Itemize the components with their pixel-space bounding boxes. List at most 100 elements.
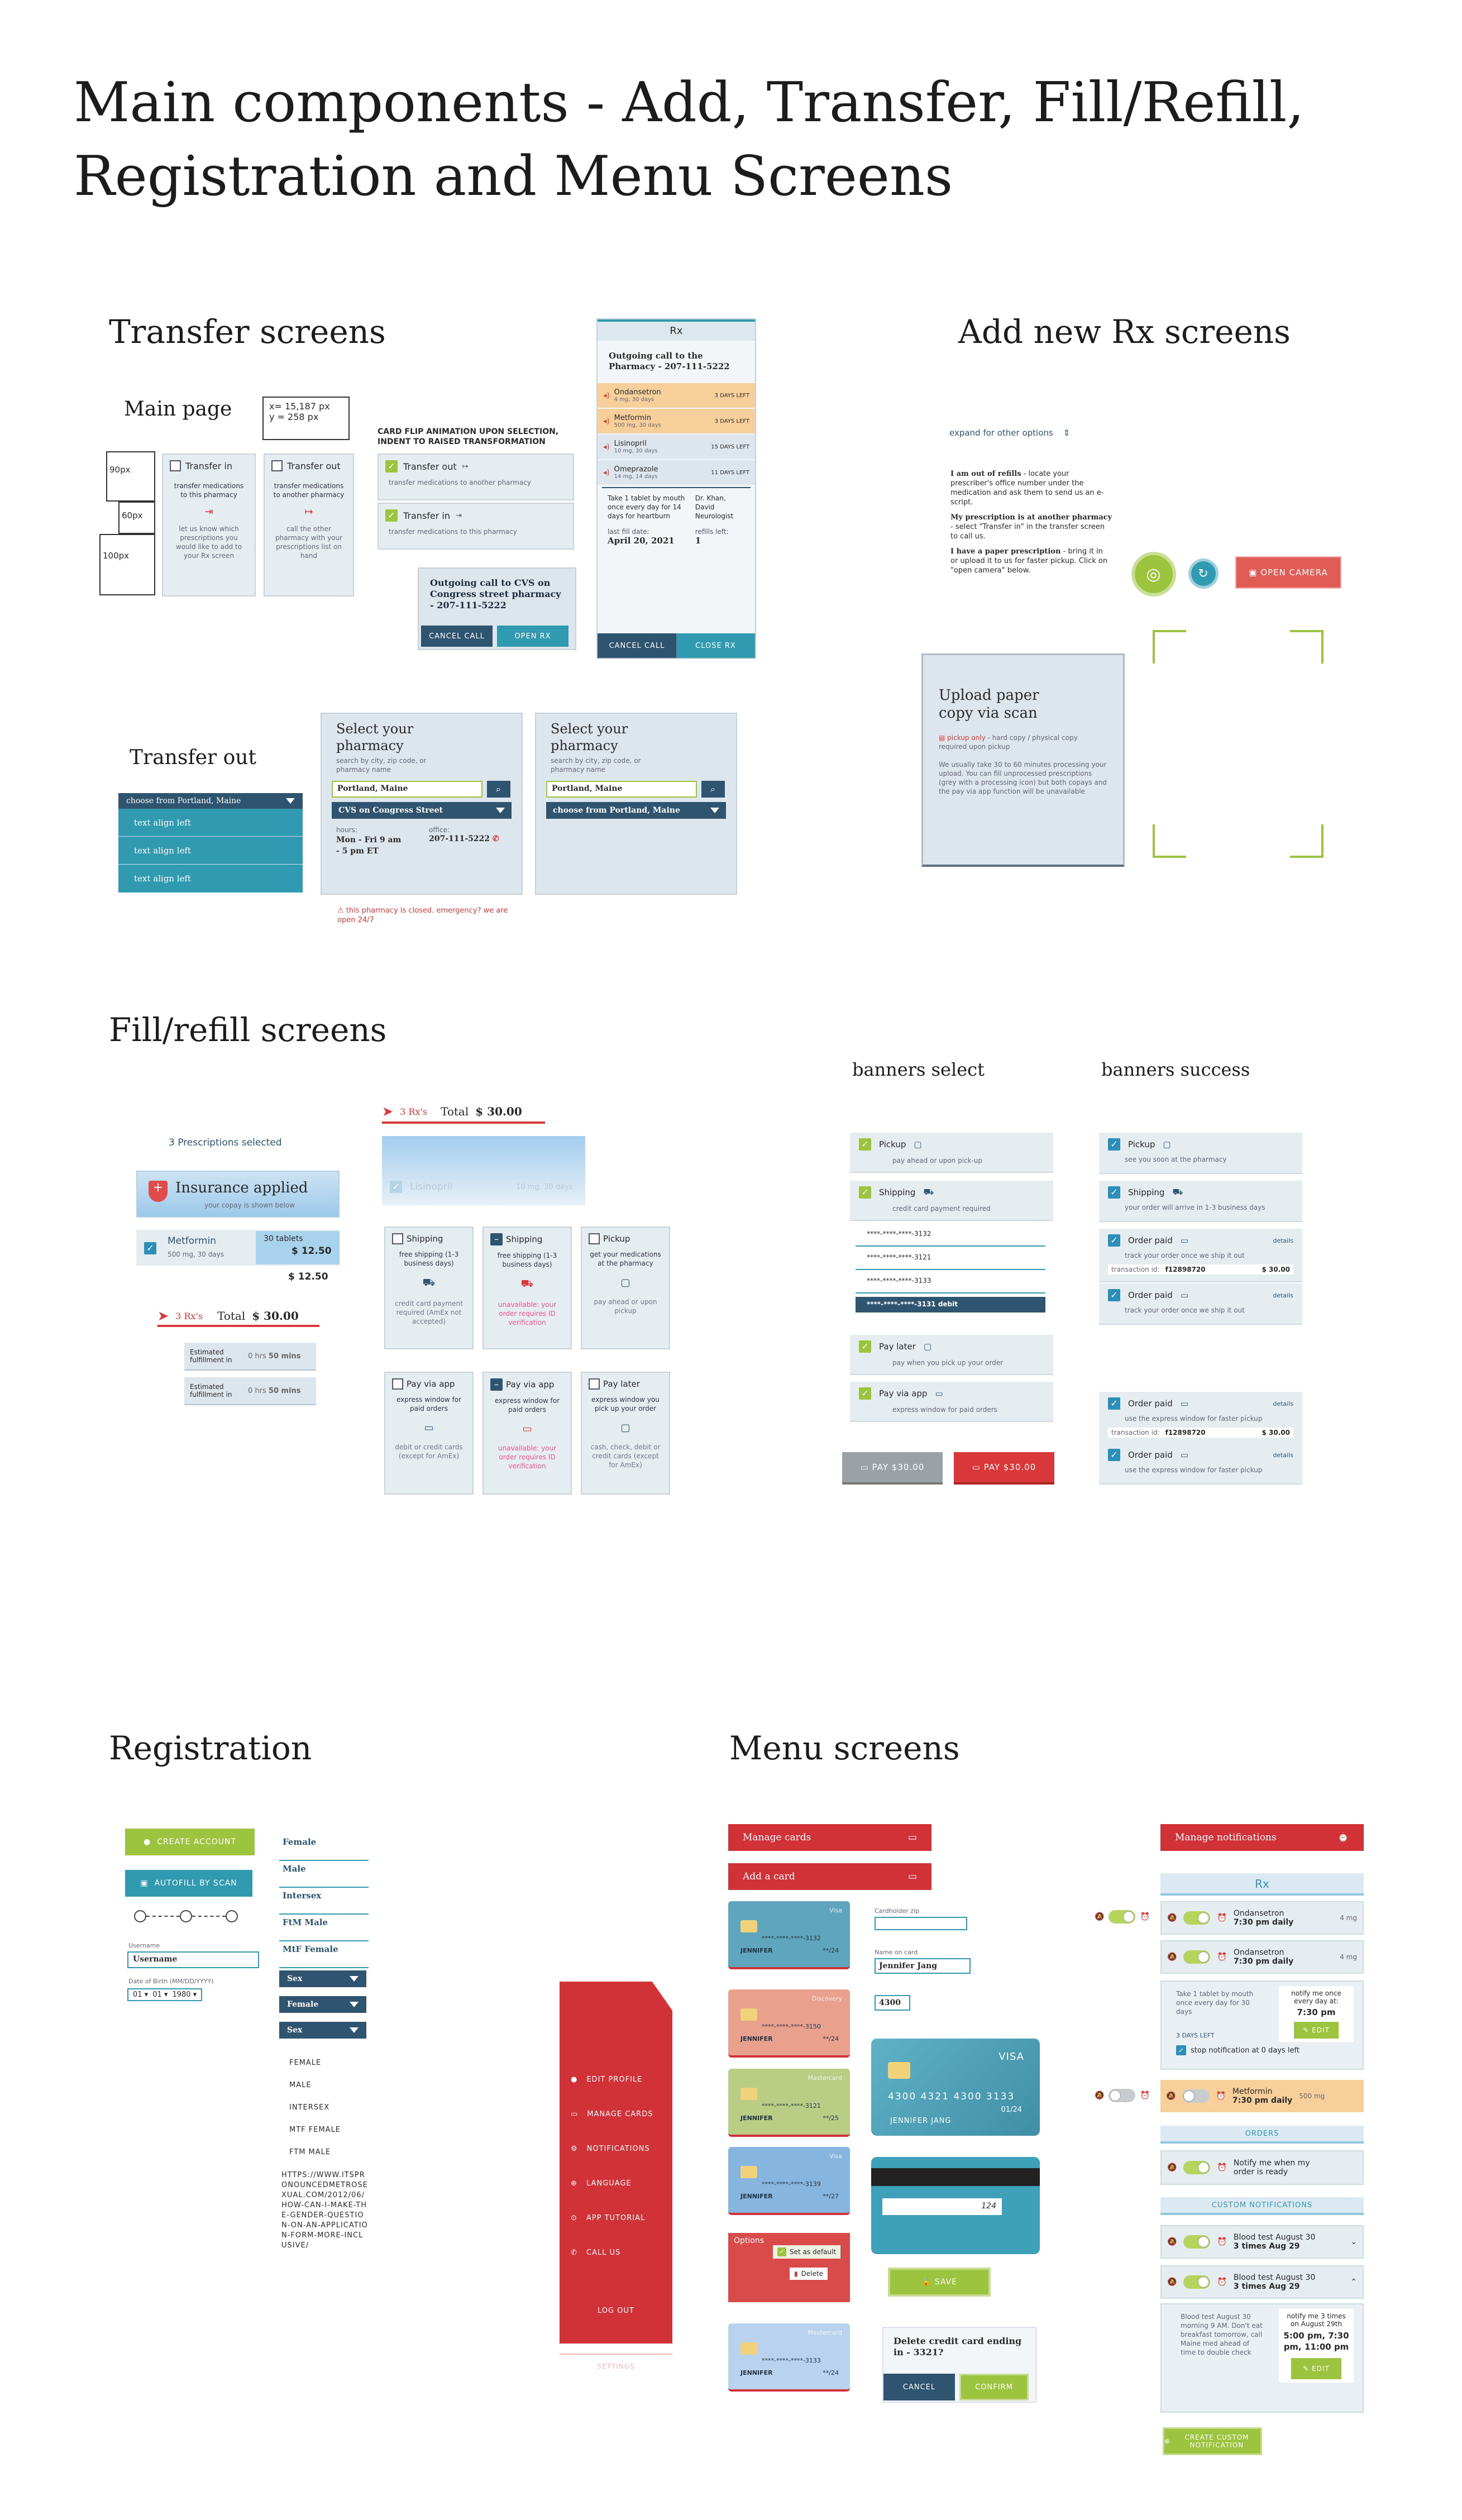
transfer-in-checkbox[interactable] [170,460,181,471]
card-option[interactable]: ****-****-****-3131 debit [856,1297,1045,1312]
search-icon[interactable]: ⌕ [487,781,510,798]
checkbox[interactable] [589,1233,600,1244]
sex-dropdown-2[interactable]: Female [279,1996,366,2013]
dropdown-option-1[interactable]: text align left [118,809,303,837]
fill-option-card[interactable]: Pickup get your medications at the pharma… [581,1226,670,1349]
stop-notif-row[interactable]: ✓ stop notification at 0 days left [1176,2045,1299,2055]
office-phone[interactable]: 207-111-5222 ✆ [429,834,499,843]
credit-card[interactable]: Mastercard ****-****-****-3121 JENNIFER **/… [728,2069,850,2137]
toggle-switch[interactable] [1109,1910,1136,1924]
manage-notifications-header[interactable]: Manage notifications ⏰ [1160,1824,1364,1851]
checkbox[interactable] [392,1378,403,1390]
upload-card[interactable]: Upload paper copy via scan ▤ pickup only… [921,653,1125,867]
create-custom-notification-button[interactable]: ⊕ CREATE CUSTOM NOTIFICATION [1163,2427,1262,2455]
dropdown-option-3[interactable]: text align left [118,865,303,892]
pay-button[interactable]: ▭ PAY $30.00 [954,1452,1054,1485]
side-toggle-off[interactable]: 🔕 ⏰ [1095,2089,1150,2102]
med-row-metformin[interactable]: ✓ Metformin 500 mg, 30 days 30 tablets $… [136,1230,340,1266]
name-on-card-input[interactable]: Jennifer Jang [875,1958,971,1974]
menu-item[interactable]: ● EDIT PROFILE [560,2062,672,2097]
details-link[interactable]: details [1273,1292,1293,1299]
card-option[interactable]: ****-****-****-3132 [856,1226,1045,1247]
side-toggle-on[interactable]: 🔕 ⏰ [1095,1910,1150,1924]
pay-button-disabled[interactable]: ▭ PAY $30.00 [842,1452,943,1485]
pharmacy-search-input-2[interactable]: Portland, Maine [546,781,697,798]
blood-test-notif-2[interactable]: 🔕 ⏰ Blood test August 30 3 times Aug 29 ⌃ [1160,2265,1364,2299]
credit-card[interactable]: Mastercard ****-****-****-3133 JENNIFER **/… [728,2323,850,2392]
sex-option[interactable]: Male [279,1861,369,1888]
cardholder-zip-input[interactable] [875,1917,967,1930]
credit-card[interactable]: Visa ****-****-****-3132 JENNIFER **/24 [728,1901,850,1969]
transfer-out-dropdown[interactable]: choose from Portland, Maine text align l… [118,793,303,892]
pharmacy-result[interactable]: CVS on Congress Street [332,802,512,819]
credit-card[interactable]: Discovery ****-****-****-3150 JENNIFER **/2… [728,1989,850,2058]
toggle-switch[interactable] [1183,2161,1211,2174]
checkbox[interactable] [589,1378,600,1390]
checkbox[interactable]: – [490,1233,503,1245]
sex-dropdown-3[interactable]: Sex [279,2022,366,2039]
flip-transfer-in[interactable]: ✓ Transfer in ⇥ transfer medications to th… [378,503,574,550]
card-option[interactable]: ****-****-****-3121 [856,1250,1045,1270]
cancel-delete-button[interactable]: CANCEL [883,2374,955,2400]
sex-upper-option[interactable]: INTERSEX [289,2103,373,2126]
search-icon[interactable]: ⌕ [701,781,725,798]
menu-item[interactable]: ⊕ LANGUAGE [560,2166,672,2201]
rx-item[interactable]: ◂) Omeprazole 14 mg, 14 days 11 DAYS LEFT [598,460,755,485]
menu-item[interactable]: ⊙ APP TUTORIAL [560,2201,672,2235]
sex-option[interactable]: MtF Female [279,1941,369,1968]
camera-icon[interactable]: ◎ [1131,552,1176,596]
checkbox[interactable]: – [490,1378,503,1391]
add-card-header[interactable]: Add a card ▭ [728,1863,931,1890]
order-notif[interactable]: 🔕 ⏰ Notify me when my order is ready [1160,2150,1364,2185]
toggle-switch[interactable] [1183,2275,1211,2289]
sex-dropdown-1[interactable]: Sex [279,1970,366,1987]
edit-button[interactable]: ✎ EDIT [1294,2022,1339,2039]
open-rx-button[interactable]: OPEN RX [497,626,568,647]
expand-options[interactable]: expand for other options ⇕ [949,428,1070,438]
toggle-switch[interactable] [1183,1950,1211,1964]
blood-test-notif-1[interactable]: 🔕 ⏰ Blood test August 30 3 times Aug 29 ⌄ [1160,2225,1364,2259]
choose-dropdown[interactable]: choose from Portland, Maine [546,802,726,819]
details-link[interactable]: details [1273,1237,1293,1244]
rx-item[interactable]: ◂) Metformin 500 mg, 30 days 3 DAYS LEFT [598,409,755,433]
zip-input[interactable]: 4300 [875,1995,910,2011]
details-link[interactable]: details [1273,1452,1293,1459]
transfer-out-checkbox[interactable] [271,460,283,471]
transfer-out-card[interactable]: Transfer out transfer medications to ano… [264,454,354,596]
save-card-button[interactable]: 🔒 SAVE [888,2268,991,2297]
select-banner[interactable]: ✓ Pickup ▢ pay ahead or upon pick-up [850,1133,1053,1173]
sex-option[interactable]: Female [279,1834,369,1861]
username-input[interactable]: Username [127,1951,259,1968]
flip-transfer-out[interactable]: ✓ Transfer out ↦ transfer medications to a… [378,454,574,500]
toggle-switch[interactable] [1109,2089,1136,2102]
reference-url[interactable]: HTTPS://WWW.ITSPRONOUNCEDMETROSEXUAL.COM… [281,2170,369,2251]
open-camera-button[interactable]: ▣ OPEN CAMERA [1235,556,1341,589]
menu-item[interactable]: ⚙ NOTIFICATIONS [560,2131,672,2166]
delete-option[interactable]: ▮ Delete [790,2268,828,2280]
rx-item[interactable]: ◂) Lisinopril 10 mg, 30 days 15 DAYS LEFT [598,435,755,459]
metformin-notif[interactable]: 🔕 ⏰ Metformin 7:30 pm daily 500 mg [1160,2080,1364,2112]
logout-button[interactable]: LOG OUT [560,2307,672,2315]
select-banner[interactable]: ✓ Pay via app ▭ express window for paid ord… [850,1382,1053,1422]
fill-option-card[interactable]: – Shipping free shipping (1-3 business day… [482,1226,572,1349]
pharmacy-search-input[interactable]: Portland, Maine [332,781,482,798]
menu-item[interactable]: ✆ CALL US [560,2235,672,2270]
close-rx-button[interactable]: CLOSE RX [676,633,755,658]
fill-option-card[interactable]: Pay later express window you pick up your… [581,1372,670,1495]
toggle-switch[interactable] [1183,1911,1211,1925]
dob-day[interactable]: 01 ▾ [152,1991,168,1999]
toggle-switch[interactable] [1182,2089,1210,2103]
edit-button[interactable]: ✎ EDIT [1291,2358,1341,2379]
dob-month[interactable]: 01 ▾ [133,1991,148,1999]
checkbox[interactable] [392,1233,403,1244]
details-link[interactable]: details [1273,1400,1293,1407]
sex-upper-option[interactable]: FEMALE [289,2059,373,2081]
menu-item[interactable]: ▭ MANAGE CARDS [560,2097,672,2131]
notif-item[interactable]: 🔕 ⏰ Ondansetron 7:30 pm daily 4 mg [1160,1901,1364,1935]
toggle-switch[interactable] [1183,2235,1211,2249]
sex-option[interactable]: Intersex [279,1888,369,1915]
sex-option[interactable]: FtM Male [279,1915,369,1941]
fill-option-card[interactable]: Pay via app express window for paid order… [384,1372,474,1495]
fill-option-card[interactable]: – Pay via app express window for paid orde… [482,1372,572,1495]
set-default-option[interactable]: ✓ Set as default [773,2245,841,2259]
